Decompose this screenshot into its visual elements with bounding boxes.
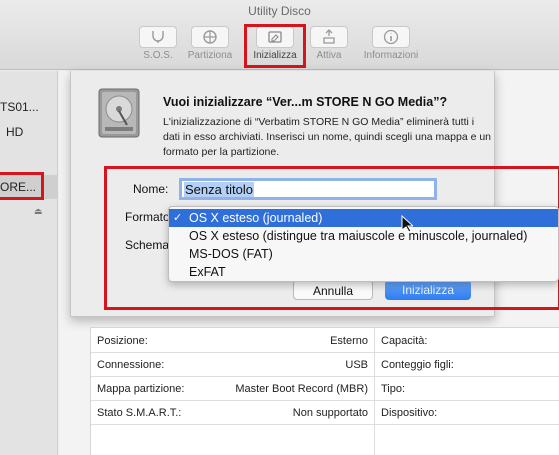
info-value-connection: USB: [345, 359, 368, 371]
toolbar-partition-label: Partiziona: [187, 50, 233, 61]
stethoscope-icon: [139, 26, 177, 48]
highlight-erase-button: [244, 24, 306, 68]
sheet-description: L'inizializzazione di “Verbatim STORE N …: [163, 116, 492, 158]
hard-disk-icon: [98, 88, 140, 138]
info-row-divider: [91, 352, 559, 353]
toolbar-sos-label: S.O.S.: [143, 50, 173, 61]
info-key-connection: Connessione:: [97, 359, 165, 371]
info-value-partition-map: Master Boot Record (MBR): [235, 383, 368, 395]
info-key-capacity: Capacità:: [381, 335, 428, 347]
format-option-label: OS X esteso (distingue tra maiuscole e m…: [189, 229, 528, 243]
sidebar-item-hd[interactable]: HD: [6, 125, 23, 139]
checkmark-icon: ✓: [173, 212, 183, 224]
info-row-divider: [91, 376, 559, 377]
eject-icon[interactable]: ⏏: [34, 206, 43, 217]
format-option-msdos-fat[interactable]: MS-DOS (FAT): [169, 245, 558, 263]
info-key-partition-map: Mappa partizione:: [97, 383, 185, 395]
info-key-device: Dispositivo:: [381, 407, 438, 419]
sheet-title: Vuoi inizializzare “Ver...m STORE N GO M…: [163, 95, 448, 109]
toolbar-mount-label: Attiva: [316, 50, 342, 61]
format-option-exfat[interactable]: ExFAT: [169, 263, 558, 281]
format-option-osx-case-sensitive[interactable]: OS X esteso (distingue tra maiuscole e m…: [169, 227, 558, 245]
highlight-sidebar-media: [0, 172, 44, 200]
format-option-label: MS-DOS (FAT): [189, 247, 273, 261]
info-column-divider: [374, 328, 375, 455]
info-key-child-count: Conteggio figli:: [381, 359, 454, 371]
toolbar-info-button[interactable]: Informazioni: [358, 26, 424, 61]
info-row-divider: [91, 400, 559, 401]
format-option-label: ExFAT: [189, 265, 226, 279]
info-value-smart-status: Non supportato: [292, 407, 368, 419]
mount-icon: [310, 26, 348, 48]
mouse-pointer-icon: [401, 215, 413, 233]
disk-info-table: Posizione: Esterno Connessione: USB Mapp…: [90, 327, 559, 455]
partition-pie-icon: [191, 26, 229, 48]
info-row-divider: [91, 424, 559, 425]
toolbar-sos-button[interactable]: S.O.S.: [136, 26, 180, 61]
format-option-osx-journaled[interactable]: ✓ OS X esteso (journaled): [169, 209, 558, 227]
info-icon: [372, 26, 410, 48]
format-dropdown-menu: ✓ OS X esteso (journaled) OS X esteso (d…: [168, 206, 559, 282]
info-key-smart-status: Stato S.M.A.R.T.:: [97, 407, 182, 419]
toolbar-partition-button[interactable]: Partiziona: [186, 26, 234, 61]
sidebar-item-disk[interactable]: TS01...: [0, 100, 39, 114]
info-key-type: Tipo:: [381, 383, 406, 395]
format-option-label: OS X esteso (journaled): [189, 211, 323, 225]
toolbar-mount-button[interactable]: Attiva: [309, 26, 349, 61]
info-value-location: Esterno: [330, 335, 368, 347]
info-key-location: Posizione:: [97, 335, 148, 347]
toolbar-info-label: Informazioni: [363, 50, 419, 61]
window-title: Utility Disco: [248, 4, 311, 18]
